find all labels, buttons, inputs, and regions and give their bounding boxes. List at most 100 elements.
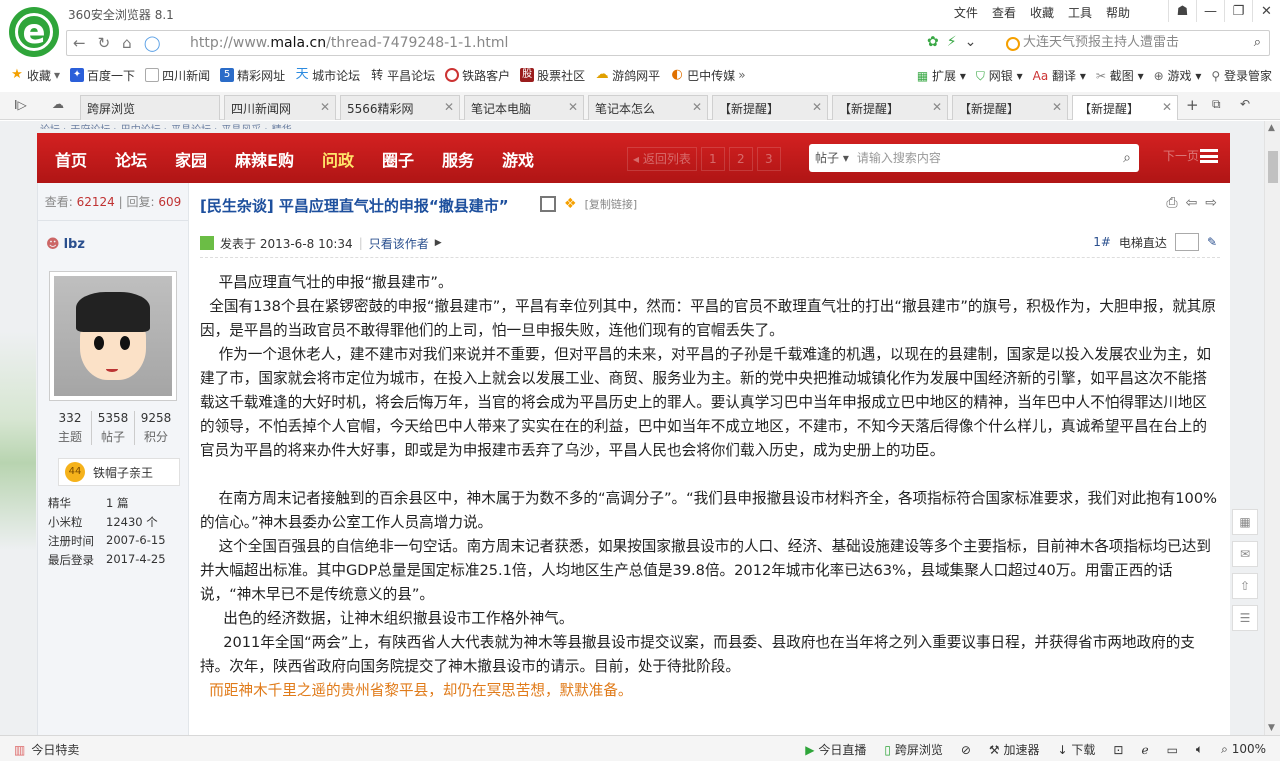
maximize-icon[interactable]: ❐ — [1224, 0, 1252, 22]
back-icon[interactable]: ← — [73, 34, 86, 52]
fav-baidu[interactable]: ✦ 百度一下 — [70, 67, 135, 84]
fav-pingchang[interactable]: 转平昌论坛 — [370, 67, 435, 84]
tab-5566[interactable]: 5566精彩网 ✕ — [340, 95, 460, 120]
nav-games[interactable]: 游戏 — [502, 147, 534, 171]
cross-screen-link[interactable]: ▯ 跨屏浏览 — [884, 741, 942, 758]
undo-close-icon[interactable]: ↶ — [1240, 97, 1250, 111]
tab-reminder-3[interactable]: 【新提醒】 ✕ — [952, 95, 1068, 120]
tab-laptop[interactable]: 笔记本电脑 ✕ — [464, 95, 584, 120]
floor-number[interactable]: 1# — [1093, 235, 1111, 249]
speedup-icon[interactable]: ⊘ — [961, 743, 971, 757]
scroll-up-icon[interactable]: ▲ — [1268, 123, 1275, 133]
nav-shop[interactable]: 麻辣E购 — [235, 147, 294, 171]
tab-list-icon[interactable]: ⧉ — [1212, 97, 1221, 112]
menu-icon[interactable] — [1200, 149, 1218, 163]
close-tab-icon[interactable]: ✕ — [812, 100, 822, 114]
nav-forum[interactable]: 论坛 — [115, 147, 147, 171]
prev-thread-icon[interactable]: ⇦ — [1186, 195, 1198, 211]
skin-icon[interactable]: ☗ — [1168, 0, 1196, 22]
menu-file[interactable]: 文件 — [954, 4, 978, 21]
ie-icon[interactable]: ℯ — [1141, 743, 1148, 757]
fav-railway[interactable]: 铁路客户 — [445, 67, 510, 84]
pen-icon[interactable]: ✎ — [1207, 235, 1217, 249]
breadcrumb[interactable]: 论坛 › 天府论坛 › 巴中论坛 › 平昌论坛 › 平昌风采 › 精华 — [40, 121, 1230, 129]
scroll-down-icon[interactable]: ▼ — [1268, 723, 1275, 733]
close-tab-icon[interactable]: ✕ — [320, 100, 330, 114]
window-icon[interactable]: ▭ — [1167, 743, 1178, 757]
minimize-icon[interactable]: — — [1196, 0, 1224, 22]
close-tab-icon[interactable]: ✕ — [444, 100, 454, 114]
search-icon[interactable]: ⌕ — [1254, 33, 1261, 53]
menu-tools[interactable]: 工具 — [1068, 4, 1092, 21]
fav-bazhong[interactable]: ◐ 巴中传媒 » — [670, 67, 746, 84]
qrcode-icon[interactable] — [540, 196, 556, 212]
author-name[interactable]: ☻ lbz — [46, 237, 85, 252]
only-author-link[interactable]: 只看该作者 — [369, 235, 429, 252]
nav-circle[interactable]: 圈子 — [382, 147, 414, 171]
chevron-down-icon[interactable]: ⌄ — [965, 34, 977, 50]
search-input[interactable]: 大连天气预报主持人遭雷击 ⌕ — [1001, 33, 1267, 53]
fav-sichuan[interactable]: 四川新闻 — [145, 67, 210, 84]
zoom-control[interactable]: ⌕ 100% — [1221, 742, 1266, 757]
nav-politics[interactable]: 问政 — [322, 147, 354, 171]
menu-view[interactable]: 查看 — [992, 4, 1016, 21]
home-icon[interactable]: ⌂ — [122, 34, 132, 52]
tab-reminder-active[interactable]: 【新提醒】 ✕ — [1072, 95, 1178, 120]
list-icon[interactable]: ☰ — [1232, 605, 1258, 631]
scrollbar-thumb[interactable] — [1268, 151, 1278, 183]
comment-icon[interactable]: ✉ — [1232, 541, 1258, 567]
security-icon[interactable]: ✿ — [927, 34, 939, 50]
bank-button[interactable]: ⛉ 网银 ▾ — [976, 67, 1023, 84]
reader-icon[interactable]: ⊡ — [1113, 743, 1123, 757]
fav-city[interactable]: 天城市论坛 — [295, 67, 361, 84]
search-icon[interactable]: ⌕ — [1123, 144, 1131, 172]
nav-home-space[interactable]: 家园 — [175, 147, 207, 171]
post-title[interactable]: [民生杂谈] 平昌应理直气壮的申报“撤县建市” — [200, 195, 509, 216]
screenshot-button[interactable]: ✂ 截图 ▾ — [1096, 67, 1144, 84]
author-themes[interactable]: 332 主题 — [49, 411, 92, 445]
print-icon[interactable]: ⎙ — [1166, 195, 1177, 211]
live-link[interactable]: ▶ 今日直播 — [805, 741, 866, 758]
site-info-icon[interactable]: ◯ — [144, 34, 161, 52]
next-thread-icon[interactable]: ⇨ — [1205, 195, 1217, 211]
accelerator-link[interactable]: ⚒ 加速器 — [989, 741, 1040, 758]
url-input[interactable]: http://www.mala.cn/thread-7479248-1-1.ht… — [190, 35, 508, 51]
tab-reminder-1[interactable]: 【新提醒】 ✕ — [712, 95, 828, 120]
back-to-top-icon[interactable]: ⇧ — [1232, 573, 1258, 599]
fav-jingcai[interactable]: 5 精彩网址 — [220, 67, 285, 84]
close-icon[interactable]: ✕ — [1252, 0, 1280, 22]
copy-link[interactable]: [复制链接] — [585, 196, 638, 212]
nav-service[interactable]: 服务 — [442, 147, 474, 171]
login-manager-button[interactable]: ⚲ 登录管家 — [1211, 67, 1272, 84]
search-scope[interactable]: 帖子 ▾ — [815, 151, 849, 165]
page-2[interactable]: 2 — [728, 147, 753, 171]
close-tab-icon[interactable]: ✕ — [1052, 100, 1062, 114]
game-button[interactable]: ⊕ 游戏 ▾ — [1154, 67, 1202, 84]
fav-collect[interactable]: ★ 收藏 ▾ — [10, 67, 60, 84]
sound-icon[interactable]: 🔈︎ — [1196, 742, 1203, 757]
speed-icon[interactable]: ⚡ — [947, 34, 957, 50]
download-link[interactable]: ↓ 下载 — [1058, 741, 1096, 758]
tab-cross-screen[interactable]: 跨屏浏览 — [80, 95, 220, 120]
tab-reminder-2[interactable]: 【新提醒】 ✕ — [832, 95, 948, 120]
back-to-list[interactable]: ◂ 返回列表 — [627, 147, 697, 171]
close-tab-icon[interactable]: ✕ — [932, 100, 942, 114]
sidebar-toggle-icon[interactable]: I▷ — [14, 98, 27, 112]
avatar[interactable] — [49, 271, 177, 401]
fav-stock[interactable]: 股股票社区 — [520, 67, 585, 84]
forum-search[interactable]: 帖子 ▾ 请输入搜索内容 ⌕ — [809, 144, 1139, 172]
qrcode-icon[interactable]: ▦ — [1232, 509, 1258, 535]
next-page-button[interactable]: 下一页 — [1163, 147, 1199, 164]
close-tab-icon[interactable]: ✕ — [1162, 100, 1172, 114]
tab-sichuan[interactable]: 四川新闻网 ✕ — [224, 95, 336, 120]
new-tab-icon[interactable]: + — [1186, 96, 1199, 114]
translate-button[interactable]: Aa 翻译 ▾ — [1033, 67, 1086, 84]
tab-laptop-how[interactable]: 笔记本怎么 ✕ — [588, 95, 708, 120]
author-points[interactable]: 9258 积分 — [135, 411, 177, 445]
refresh-icon[interactable]: ↻ — [98, 34, 111, 52]
extension-button[interactable]: ▦ 扩展 ▾ — [917, 67, 966, 84]
author-posts[interactable]: 5358 帖子 — [92, 411, 135, 445]
floor-jump-input[interactable] — [1174, 233, 1199, 251]
close-tab-icon[interactable]: ✕ — [568, 100, 578, 114]
daily-deals-link[interactable]: 今日特卖 — [31, 741, 79, 758]
